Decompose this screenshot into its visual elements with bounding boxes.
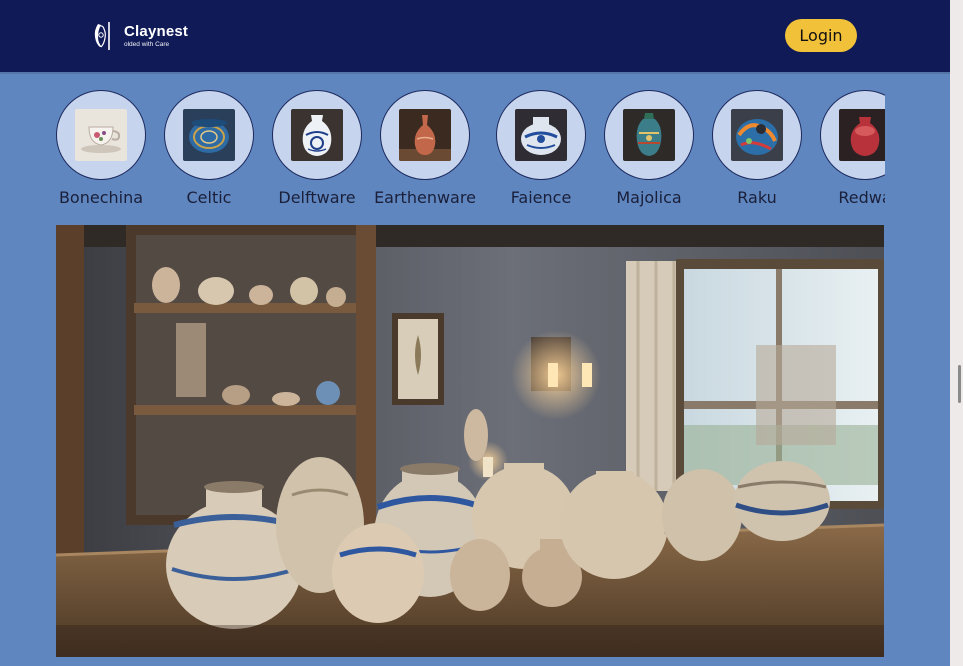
login-button[interactable]: Login [785, 19, 857, 52]
faience-vase-image [515, 109, 567, 161]
brand-tagline: olded with Care [124, 40, 170, 48]
category-redware[interactable]: Redwa [805, 90, 885, 210]
vase-logo-icon [90, 20, 116, 52]
category-raku[interactable]: Raku [697, 90, 817, 210]
category-label: Delftware [278, 188, 356, 207]
category-thumbnail[interactable] [820, 90, 885, 180]
category-label: Majolica [616, 188, 682, 207]
category-thumbnail[interactable] [272, 90, 362, 180]
category-label: Faience [510, 188, 572, 207]
hero-banner [56, 225, 884, 657]
brand-name: Claynest [124, 22, 189, 40]
redware-pot-image [839, 109, 885, 161]
category-carousel: Bonechina Celtic Delftware Earthenware F… [0, 90, 885, 210]
page: Claynest olded with Care Login Bonechina [0, 0, 950, 666]
category-delftware[interactable]: Delftware [257, 90, 377, 210]
category-label: Raku [737, 188, 777, 207]
pottery-shelf-room-image [56, 225, 884, 657]
scrollbar-thumb[interactable] [958, 365, 961, 403]
category-thumbnail[interactable] [380, 90, 470, 180]
category-thumbnail[interactable] [56, 90, 146, 180]
category-thumbnail[interactable] [604, 90, 694, 180]
category-bonechina[interactable]: Bonechina [41, 90, 161, 210]
majolica-jar-image [623, 109, 675, 161]
scrollbar-track[interactable] [950, 0, 963, 666]
earthen-vase-image [399, 109, 451, 161]
category-label: Redwa [838, 188, 885, 207]
category-thumbnail[interactable] [712, 90, 802, 180]
top-navbar: Claynest olded with Care Login [0, 0, 950, 72]
category-thumbnail[interactable] [496, 90, 586, 180]
category-thumbnail[interactable] [164, 90, 254, 180]
celtic-bowl-image [183, 109, 235, 161]
brand-logo[interactable]: Claynest olded with Care [90, 20, 188, 52]
category-faience[interactable]: Faience [481, 90, 601, 210]
category-label: Celtic [186, 188, 232, 207]
category-earthenware[interactable]: Earthenware [365, 90, 485, 210]
category-majolica[interactable]: Majolica [589, 90, 709, 210]
category-label: Earthenware [374, 188, 476, 207]
teacup-image [75, 109, 127, 161]
delft-vase-image [291, 109, 343, 161]
category-label: Bonechina [58, 188, 144, 207]
category-celtic[interactable]: Celtic [149, 90, 269, 210]
raku-pot-image [731, 109, 783, 161]
